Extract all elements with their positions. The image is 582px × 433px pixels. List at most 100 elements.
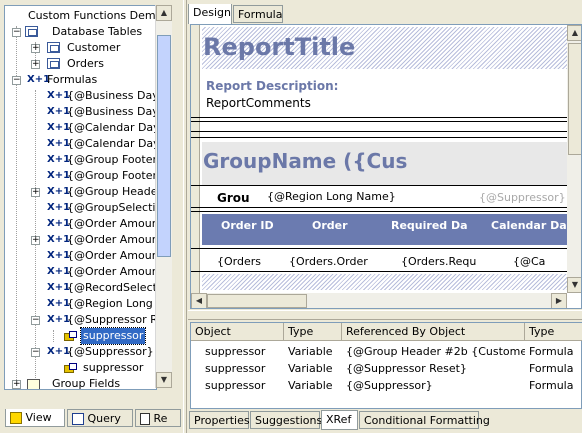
tree-item-formula[interactable]: X+1{@Group Footer # <box>5 168 156 184</box>
table-row[interactable]: suppressor Variable {@Suppressor} Formula <box>191 377 582 394</box>
column-header-calendar-days[interactable]: Calendar Da <box>491 219 567 232</box>
tree-item-database-tables[interactable]: − Database Tables <box>5 24 156 40</box>
tree-root-label: Custom Functions Demo <box>28 9 157 22</box>
report-comments-field[interactable]: ReportComments <box>206 96 311 110</box>
tree-item-formula[interactable]: X+1 {@RecordSelectio <box>5 280 156 296</box>
tree-item-formula[interactable]: −X+1{@Suppressor Res <box>5 312 156 328</box>
scroll-down-icon[interactable]: ▼ <box>567 277 581 293</box>
tree-item-formula[interactable]: + X+1 {@Group Header <box>5 184 156 200</box>
tree-item-suppressor-variable[interactable]: suppressor <box>5 327 156 345</box>
column-header-type-2[interactable]: Type <box>525 323 582 341</box>
suppressor-field[interactable]: {@Suppressor} <box>479 191 566 204</box>
tab-label: XRef <box>326 413 352 426</box>
tree-item-formula[interactable]: X+1{@Group Footer # <box>5 152 156 168</box>
tree-item-label: {@Suppressor} <box>67 345 154 358</box>
section-divider <box>191 248 571 249</box>
column-header-object[interactable]: Object <box>191 323 284 341</box>
expand-icon[interactable]: + <box>31 236 40 245</box>
tree-scrollbar[interactable]: ▲ ▼ <box>155 5 172 388</box>
report-title-field[interactable]: ReportTitle <box>203 33 355 61</box>
column-header-order-id[interactable]: Order ID <box>221 219 274 232</box>
tree-item-label: {@Order Amount, <box>67 233 157 246</box>
scroll-up-icon[interactable]: ▲ <box>156 5 172 21</box>
tab-properties[interactable]: Properties <box>189 411 250 429</box>
field-orders[interactable]: {Orders <box>217 255 261 268</box>
scroll-thumb[interactable] <box>157 35 171 257</box>
scroll-right-icon[interactable]: ▶ <box>551 293 567 308</box>
tab-formula[interactable]: Formula <box>233 5 283 23</box>
tree-item-formulas[interactable]: − X+1 Formulas <box>5 72 156 88</box>
tree-item-formula[interactable]: X+1 {@Order Amount, <box>5 248 156 264</box>
table-cell: Variable <box>288 362 333 375</box>
tree-item-formula[interactable]: X+1{@Region Long Na <box>5 296 156 312</box>
collapse-icon[interactable]: − <box>31 348 40 357</box>
section-divider <box>191 271 571 272</box>
column-header-order[interactable]: Order <box>312 219 348 232</box>
expand-icon[interactable]: + <box>31 44 40 53</box>
tab-suggestions[interactable]: Suggestions <box>250 411 322 429</box>
tree-item-formula[interactable]: X+1 {@Business Days <box>5 104 156 120</box>
tab-xref[interactable]: XRef <box>321 410 358 430</box>
field-orders-requ[interactable]: {Orders.Requ <box>401 255 476 268</box>
xref-grid[interactable]: Object Type Referenced By Object Type su… <box>190 322 582 409</box>
expand-icon[interactable]: + <box>12 380 21 389</box>
table-cell: suppressor <box>205 362 266 375</box>
field-calendar[interactable]: {@Ca <box>513 255 545 268</box>
splitter[interactable] <box>183 0 187 433</box>
tree-item-orders[interactable]: + Orders <box>5 56 156 72</box>
report-description-label[interactable]: Report Description: <box>206 79 338 93</box>
expand-icon[interactable]: + <box>31 60 40 69</box>
group-icon <box>27 379 40 389</box>
tab-re[interactable]: Re <box>135 409 181 427</box>
report-design-canvas[interactable]: ReportTitle Report Description: ReportCo… <box>190 24 582 309</box>
table-cell: Formula <box>529 345 574 358</box>
table-cell: Variable <box>288 345 333 358</box>
tree-item-customer[interactable]: + Customer <box>5 40 156 56</box>
table-cell: {@Suppressor} <box>346 379 433 392</box>
table-icon <box>47 42 60 53</box>
tab-label: Formula <box>238 8 283 21</box>
tree-item-group-fields[interactable]: + Group Fields <box>5 376 156 389</box>
group-name-field[interactable]: GroupName ({Cus <box>203 149 407 173</box>
tree-item-formula[interactable]: X+1 {@Calendar Days <box>5 120 156 136</box>
scroll-down-icon[interactable]: ▼ <box>156 372 172 388</box>
column-header-type[interactable]: Type <box>284 323 342 341</box>
table-row[interactable]: suppressor Variable {@Suppressor Reset} For… <box>191 360 582 377</box>
column-header-required-date[interactable]: Required Da <box>391 219 468 232</box>
tree-item-suppressor-child[interactable]: suppressor <box>5 360 156 376</box>
tree-item-suppressor-formula[interactable]: − X+1 {@Suppressor} <box>5 344 156 360</box>
scroll-thumb[interactable] <box>207 294 307 308</box>
scroll-thumb[interactable] <box>568 43 581 155</box>
design-vscroll[interactable]: ▲ ▼ <box>567 25 581 293</box>
scroll-left-icon[interactable]: ◀ <box>191 293 207 308</box>
field-explorer-tree[interactable]: Custom Functions Demo − Database Tables … <box>4 5 157 390</box>
scroll-up-icon[interactable]: ▲ <box>567 25 581 41</box>
collapse-icon[interactable]: − <box>12 76 21 85</box>
region-long-name-field[interactable]: {@Region Long Name} <box>267 190 396 203</box>
expand-icon[interactable]: + <box>31 188 40 197</box>
tab-view[interactable]: View <box>5 409 65 427</box>
tree-item-label: {@Group Header <box>67 185 157 198</box>
tree-item-formula[interactable]: X+1 {@Calendar Days <box>5 136 156 152</box>
design-hscroll[interactable]: ◀ ▶ <box>191 293 567 308</box>
tree-item-formula[interactable]: + X+1 {@Order Amount, <box>5 232 156 248</box>
column-header-referenced-by[interactable]: Referenced By Object <box>342 323 525 341</box>
table-row[interactable]: suppressor Variable {@Group Header #2b {Cu… <box>191 343 582 360</box>
tab-label: Properties <box>194 414 250 427</box>
tree-item-formula[interactable]: X+1 {@Order Amount, <box>5 264 156 280</box>
collapse-icon[interactable]: − <box>31 316 40 325</box>
tab-conditional-formatting[interactable]: Conditional Formatting <box>359 411 490 429</box>
collapse-icon[interactable]: − <box>12 28 21 37</box>
field-orders-order[interactable]: {Orders.Order <box>289 255 368 268</box>
tree-item-label: {@Order Amount, <box>67 265 157 278</box>
horizontal-splitter[interactable] <box>188 310 582 320</box>
tree-item-label: {@Order Amount, <box>67 217 157 230</box>
tree-item-label: suppressor <box>83 361 144 374</box>
section-divider <box>191 185 571 186</box>
group-field[interactable]: Grou <box>217 191 250 205</box>
tab-query[interactable]: Query <box>67 409 133 427</box>
tree-item-formula[interactable]: X+1 {@Order Amount, <box>5 216 156 232</box>
tree-item-formula[interactable]: X+1 {@Business Days <box>5 88 156 104</box>
tab-design[interactable]: Design <box>188 4 232 24</box>
tree-item-formula[interactable]: X+1{@GroupSelection <box>5 200 156 216</box>
